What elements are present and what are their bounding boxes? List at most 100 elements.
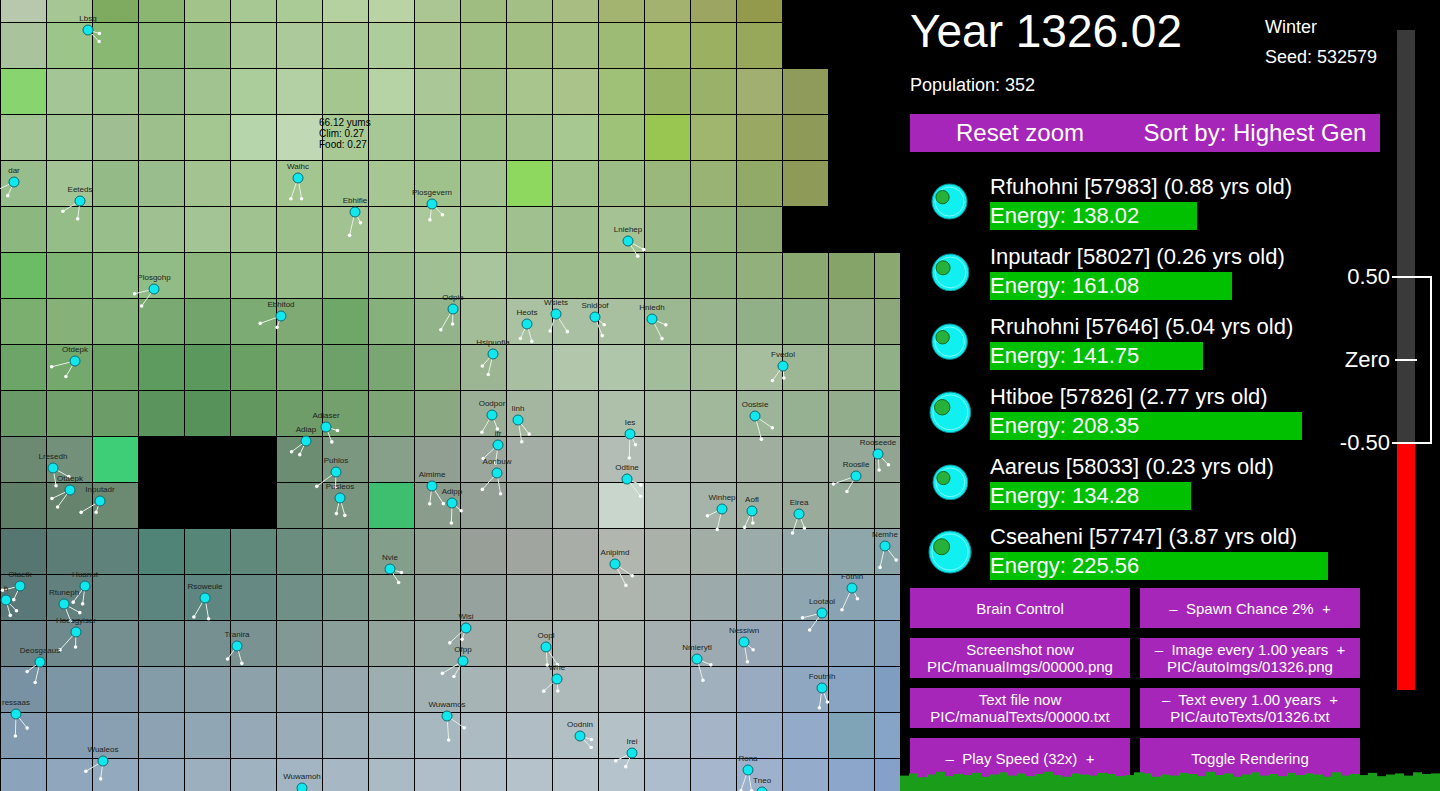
control-button[interactable]: – Text every 1.00 years +PIC/autoTexts/0… — [1140, 688, 1360, 728]
creature-body-icon[interactable] — [622, 289, 682, 349]
creature-body-icon[interactable] — [207, 616, 267, 676]
creature-body-icon[interactable] — [268, 148, 328, 208]
map-tile — [691, 391, 736, 436]
creature-body-icon[interactable] — [422, 473, 482, 533]
top-button[interactable]: Reset zoom — [910, 114, 1130, 152]
creature-body-icon[interactable] — [722, 481, 782, 541]
map-tile — [691, 23, 736, 68]
creature-body-icon[interactable] — [769, 484, 829, 544]
control-button[interactable]: Screenshot nowPIC/manualImgs/00000.png — [910, 638, 1130, 678]
energy-bar: Energy: 208.35 — [990, 412, 1365, 440]
map-tile — [323, 69, 368, 114]
creature-list-item[interactable]: Cseaheni [57747] (3.87 yrs old)Energy: 2… — [910, 520, 1390, 584]
creature-body-icon[interactable] — [585, 534, 645, 594]
creature-body-icon[interactable] — [855, 516, 900, 576]
creature-body-icon[interactable] — [175, 568, 235, 628]
creature-list-item[interactable]: Htiboe [57826] (2.77 yrs old)Energy: 208… — [910, 380, 1390, 444]
map-tile — [93, 575, 138, 620]
map-tile — [231, 253, 276, 298]
creature-body-icon[interactable] — [73, 731, 133, 791]
creature-body-icon[interactable] — [598, 211, 658, 271]
creature-body-icon[interactable] — [565, 287, 625, 347]
control-button[interactable]: Text file nowPIC/manualTexts/00000.txt — [910, 688, 1130, 728]
control-button[interactable]: – Image every 1.00 years +PIC/autoImgs/0… — [1140, 638, 1360, 678]
creature-body-icon[interactable] — [45, 331, 105, 391]
creature-body-icon[interactable] — [792, 583, 852, 643]
map-tile — [829, 69, 874, 114]
creature-body-icon[interactable] — [597, 449, 657, 509]
creature-body-icon[interactable] — [360, 539, 420, 599]
control-button[interactable]: – Spawn Chance 2% + — [1140, 588, 1360, 628]
map-tile — [1, 483, 46, 528]
creature-body-icon[interactable] — [463, 324, 523, 384]
creature-body-icon[interactable] — [310, 468, 370, 528]
creature-name: Nmierytl — [682, 644, 711, 652]
creature-body-icon[interactable] — [251, 286, 311, 346]
creature-name: Ofpp — [454, 646, 471, 654]
creature-body-icon[interactable] — [0, 684, 46, 744]
creature-list-item[interactable]: Rfuhohni [57983] (0.88 yrs old)Energy: 1… — [910, 170, 1390, 234]
map-tile — [47, 759, 92, 791]
creature-body-icon[interactable] — [0, 152, 44, 212]
creature-name: Winhep — [708, 494, 735, 502]
control-button[interactable]: Toggle Rendering — [1140, 738, 1360, 778]
map-tile — [93, 115, 138, 160]
map-tile — [47, 667, 92, 712]
creature-name: Odpie — [442, 294, 463, 302]
creature-body-icon[interactable] — [527, 649, 587, 709]
creature-body-icon[interactable] — [433, 631, 493, 691]
map-tile — [369, 483, 414, 528]
map-tile — [875, 69, 900, 114]
creature-body-icon[interactable] — [725, 386, 785, 446]
creature-body-icon[interactable] — [467, 443, 527, 503]
creature-body-icon[interactable] — [753, 336, 813, 396]
map-tile — [875, 115, 900, 160]
map-tile — [691, 69, 736, 114]
creature-body-icon[interactable] — [792, 658, 852, 718]
creature-body-icon[interactable] — [306, 442, 366, 502]
creature-body-icon[interactable] — [402, 174, 462, 234]
creature-name: Oodpor — [479, 400, 506, 408]
creature-body-icon[interactable] — [468, 415, 528, 475]
creature-body-icon[interactable] — [0, 570, 36, 630]
map-tile — [461, 299, 506, 344]
creature-body-icon[interactable] — [600, 404, 660, 464]
top-button[interactable]: Sort by: Highest Gen — [1130, 114, 1380, 152]
map-tile — [875, 299, 900, 344]
map-tile — [875, 575, 900, 620]
map-tile — [737, 115, 782, 160]
creature-body-icon[interactable] — [423, 279, 483, 339]
creature-body-icon[interactable] — [124, 259, 184, 319]
control-button[interactable]: Brain Control — [910, 588, 1130, 628]
creature-name: Eirea — [790, 499, 809, 507]
creature-body-icon[interactable] — [462, 385, 522, 445]
creature-list-item[interactable]: Rruhohni [57646] (5.04 yrs old)Energy: 1… — [910, 310, 1390, 374]
creature-body-icon[interactable] — [34, 574, 94, 634]
creature-body-icon[interactable] — [325, 182, 385, 242]
map-tile — [415, 575, 460, 620]
creature-body-icon[interactable] — [10, 632, 70, 692]
world-map[interactable]: 66.12 yumsClim: 0.27Food: 0.27LbsgdarEet… — [0, 0, 900, 791]
map-tile — [139, 345, 184, 390]
creature-body-icon[interactable] — [58, 0, 118, 60]
map-tile — [277, 621, 322, 666]
map-tile — [875, 23, 900, 68]
creature-name: Tranira — [224, 631, 249, 639]
creature-list-item[interactable]: Inputadr [58027] (0.26 yrs old)Energy: 1… — [910, 240, 1390, 304]
creature-list-item[interactable]: Aareus [58033] (0.23 yrs old)Energy: 134… — [910, 450, 1390, 514]
creature-body-icon[interactable] — [516, 617, 576, 677]
map-tile — [645, 575, 690, 620]
map-tile — [783, 69, 828, 114]
creature-body-icon[interactable] — [692, 479, 752, 539]
creature-body-icon[interactable] — [417, 686, 477, 746]
map-tile — [599, 621, 644, 666]
creature-body-icon[interactable] — [550, 706, 610, 766]
map-tile — [323, 667, 368, 712]
map-tile — [507, 391, 552, 436]
creature-body-icon[interactable] — [50, 171, 110, 231]
creature-body-icon[interactable] — [602, 723, 662, 783]
creature-body-icon[interactable] — [822, 558, 882, 618]
creature-body-icon[interactable] — [667, 629, 727, 689]
creature-body-icon[interactable] — [714, 612, 774, 672]
creature-body-icon[interactable] — [826, 446, 886, 506]
